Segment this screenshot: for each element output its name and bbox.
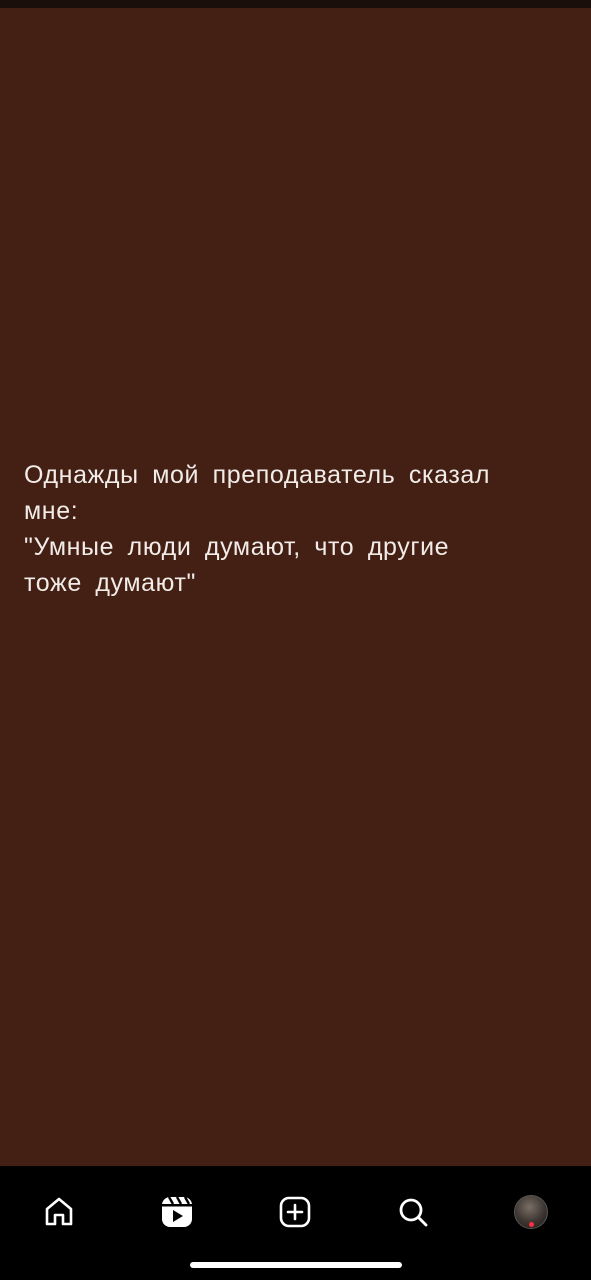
- story-text: Однажды мой преподаватель сказал мне: "У…: [24, 461, 491, 597]
- reels-icon: [162, 1196, 192, 1227]
- notification-dot: [529, 1222, 534, 1227]
- home-icon: [45, 1197, 73, 1226]
- plus-square-icon: [279, 1196, 311, 1228]
- nav-search-button[interactable]: [381, 1180, 445, 1244]
- status-strip: [0, 0, 591, 8]
- nav-home-button[interactable]: [27, 1180, 91, 1244]
- bottom-nav: [0, 1166, 591, 1280]
- home-indicator[interactable]: [190, 1262, 402, 1268]
- story-content[interactable]: Однажды мой преподаватель сказал мне: "У…: [0, 8, 591, 1166]
- nav-create-button[interactable]: [263, 1180, 327, 1244]
- screen: Однажды мой преподаватель сказал мне: "У…: [0, 0, 591, 1280]
- nav-reels-button[interactable]: [145, 1180, 209, 1244]
- nav-profile-button[interactable]: [499, 1180, 563, 1244]
- search-icon: [399, 1198, 428, 1227]
